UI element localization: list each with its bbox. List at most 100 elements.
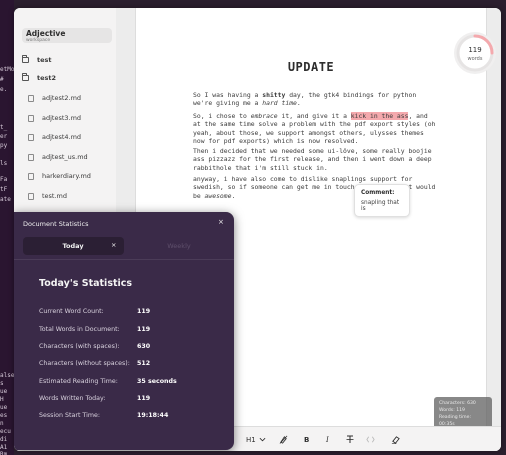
clear-format-button[interactable] <box>391 434 400 445</box>
terminal-line: etMo <box>0 66 14 73</box>
sidebar-file-harkerdiary[interactable]: harkerdiary.md <box>28 169 118 183</box>
file-icon <box>28 114 34 122</box>
highlighter-icon <box>279 435 288 444</box>
stat-value: 119 <box>137 395 151 402</box>
stat-value: 119 <box>137 326 151 333</box>
highlighter-button[interactable] <box>279 434 288 445</box>
stat-row: Current Word Count: 119 <box>39 308 229 318</box>
file-icon <box>28 133 34 141</box>
paragraph-2: So, i chose to embrace it, and give it a… <box>193 112 439 145</box>
sidebar-item-label: adjtest3.md <box>42 114 82 122</box>
sidebar-item-label: adjtest4.md <box>42 133 82 141</box>
terminal-line: e. <box>0 86 8 93</box>
sidebar-item-label: test <box>37 56 52 64</box>
stat-row: Estimated Reading Time: 35 seconds <box>39 378 229 388</box>
stat-label: Session Start Time: <box>39 412 100 419</box>
text-run: it, and give it a <box>277 112 351 120</box>
highlighted-text[interactable]: kick in the ass <box>350 112 409 120</box>
terminal-line: py <box>0 142 8 149</box>
stat-row: Session Start Time: 19:18:44 <box>39 412 229 422</box>
terminal-line: Fa <box>0 176 8 183</box>
terminal-line: n <box>0 420 4 427</box>
terminal-line: es <box>0 412 8 419</box>
terminal-line: er <box>0 133 8 140</box>
sidebar-item-label: adjtest_us.md <box>42 153 88 161</box>
heading-select-value: H1 <box>246 435 256 444</box>
sidebar-item-label: harkerdiary.md <box>42 172 91 180</box>
workspace-title: Adjective <box>26 29 66 38</box>
text-run: So I was having a <box>193 91 263 99</box>
paragraph-1: So I was having a shitty day, the gtk4 b… <box>193 91 439 108</box>
dialog-tabbar: Today × Weekly <box>14 234 234 260</box>
strikethrough-button[interactable] <box>346 434 354 445</box>
folder-icon <box>22 55 29 63</box>
stat-label: Characters (without spaces): <box>39 360 130 367</box>
italic-text: hard time <box>262 99 297 108</box>
folder-icon <box>22 73 29 81</box>
stat-value: 19:18:44 <box>137 412 169 419</box>
bold-icon: B <box>304 435 310 444</box>
stat-value: 35 seconds <box>137 378 177 385</box>
sidebar-file-test[interactable]: test.md <box>28 189 118 203</box>
word-count-value: 119 <box>468 46 482 54</box>
stats-tooltip: Characters: 630 Words: 119 Reading time:… <box>434 397 492 429</box>
terminal-line: # <box>0 76 4 83</box>
stats-words: Words: 119 <box>439 408 465 413</box>
stat-label: Current Word Count: <box>39 308 104 315</box>
sidebar-folder-test2[interactable]: test2 <box>22 71 112 85</box>
stat-label: Characters (with spaces): <box>39 343 120 350</box>
code-button[interactable] <box>366 434 375 445</box>
text-run: . <box>231 191 236 200</box>
sidebar-file-adjtest3[interactable]: adjtest3.md <box>28 111 118 125</box>
stats-characters: Characters: 630 <box>439 401 476 406</box>
background-terminal: etMo # e. t_ er py ls Fa tF ate alse s u… <box>0 0 14 455</box>
file-icon <box>28 172 34 180</box>
sidebar-file-adjtest2[interactable]: adjtest2.md <box>28 91 118 105</box>
file-icon <box>28 153 34 161</box>
terminal-line: H <box>0 396 4 403</box>
stat-row: Words Written Today: 119 <box>39 395 229 405</box>
stat-label: Total Words in Document: <box>39 326 120 333</box>
tab-weekly[interactable]: Weekly <box>144 242 214 250</box>
sidebar-item-label: test.md <box>42 192 68 200</box>
comment-body: snapling that is <box>361 200 400 212</box>
italic-icon: I <box>326 435 329 444</box>
heading-select[interactable]: H1 <box>246 434 266 445</box>
document-statistics-dialog: Document Statistics × Today × Weekly Tod… <box>14 212 234 450</box>
file-icon <box>28 192 34 200</box>
sidebar-file-adjtest-us[interactable]: adjtest_us.md <box>28 150 118 164</box>
terminal-line: alse <box>0 372 14 379</box>
document-heading: UPDATE <box>287 60 335 74</box>
tab-today[interactable]: Today × <box>23 237 124 255</box>
text-run: . <box>296 99 301 108</box>
eraser-icon <box>391 436 400 444</box>
stat-value: 119 <box>137 308 151 315</box>
app-window: Adjective workspace test test2 adjtest2.… <box>14 8 501 451</box>
stat-label: Words Written Today: <box>39 395 106 402</box>
strikethrough-icon <box>346 435 354 443</box>
close-icon[interactable]: × <box>218 218 224 226</box>
sidebar-folder-test[interactable]: test <box>22 53 112 67</box>
bold-button[interactable]: B <box>304 434 309 445</box>
file-icon <box>28 94 34 102</box>
word-count-label: words <box>467 56 483 62</box>
editor-right-margin <box>486 8 501 451</box>
sidebar-item-label: test2 <box>37 74 57 82</box>
italic-button[interactable]: I <box>326 434 329 445</box>
stat-value: 630 <box>137 343 151 350</box>
word-count-ring[interactable]: 119 words <box>454 32 496 74</box>
italic-text: awesome <box>204 191 232 200</box>
stat-row: Total Words in Document: 119 <box>39 326 229 336</box>
tab-today-label: Today <box>62 242 84 250</box>
sidebar-file-adjtest4[interactable]: adjtest4.md <box>28 130 118 144</box>
comment-popover[interactable]: Comment: snapling that is <box>354 184 410 217</box>
stat-value: 512 <box>137 360 151 367</box>
terminal-line: di <box>0 436 8 443</box>
bold-text: shitty <box>262 91 286 99</box>
terminal-line: Rm <box>0 451 8 455</box>
stat-row: Characters (without spaces): 512 <box>39 360 229 370</box>
stat-label: Estimated Reading Time: <box>39 378 118 385</box>
code-icon <box>366 436 375 443</box>
terminal-line: t_ <box>0 124 8 131</box>
tab-close-icon[interactable]: × <box>111 241 116 249</box>
